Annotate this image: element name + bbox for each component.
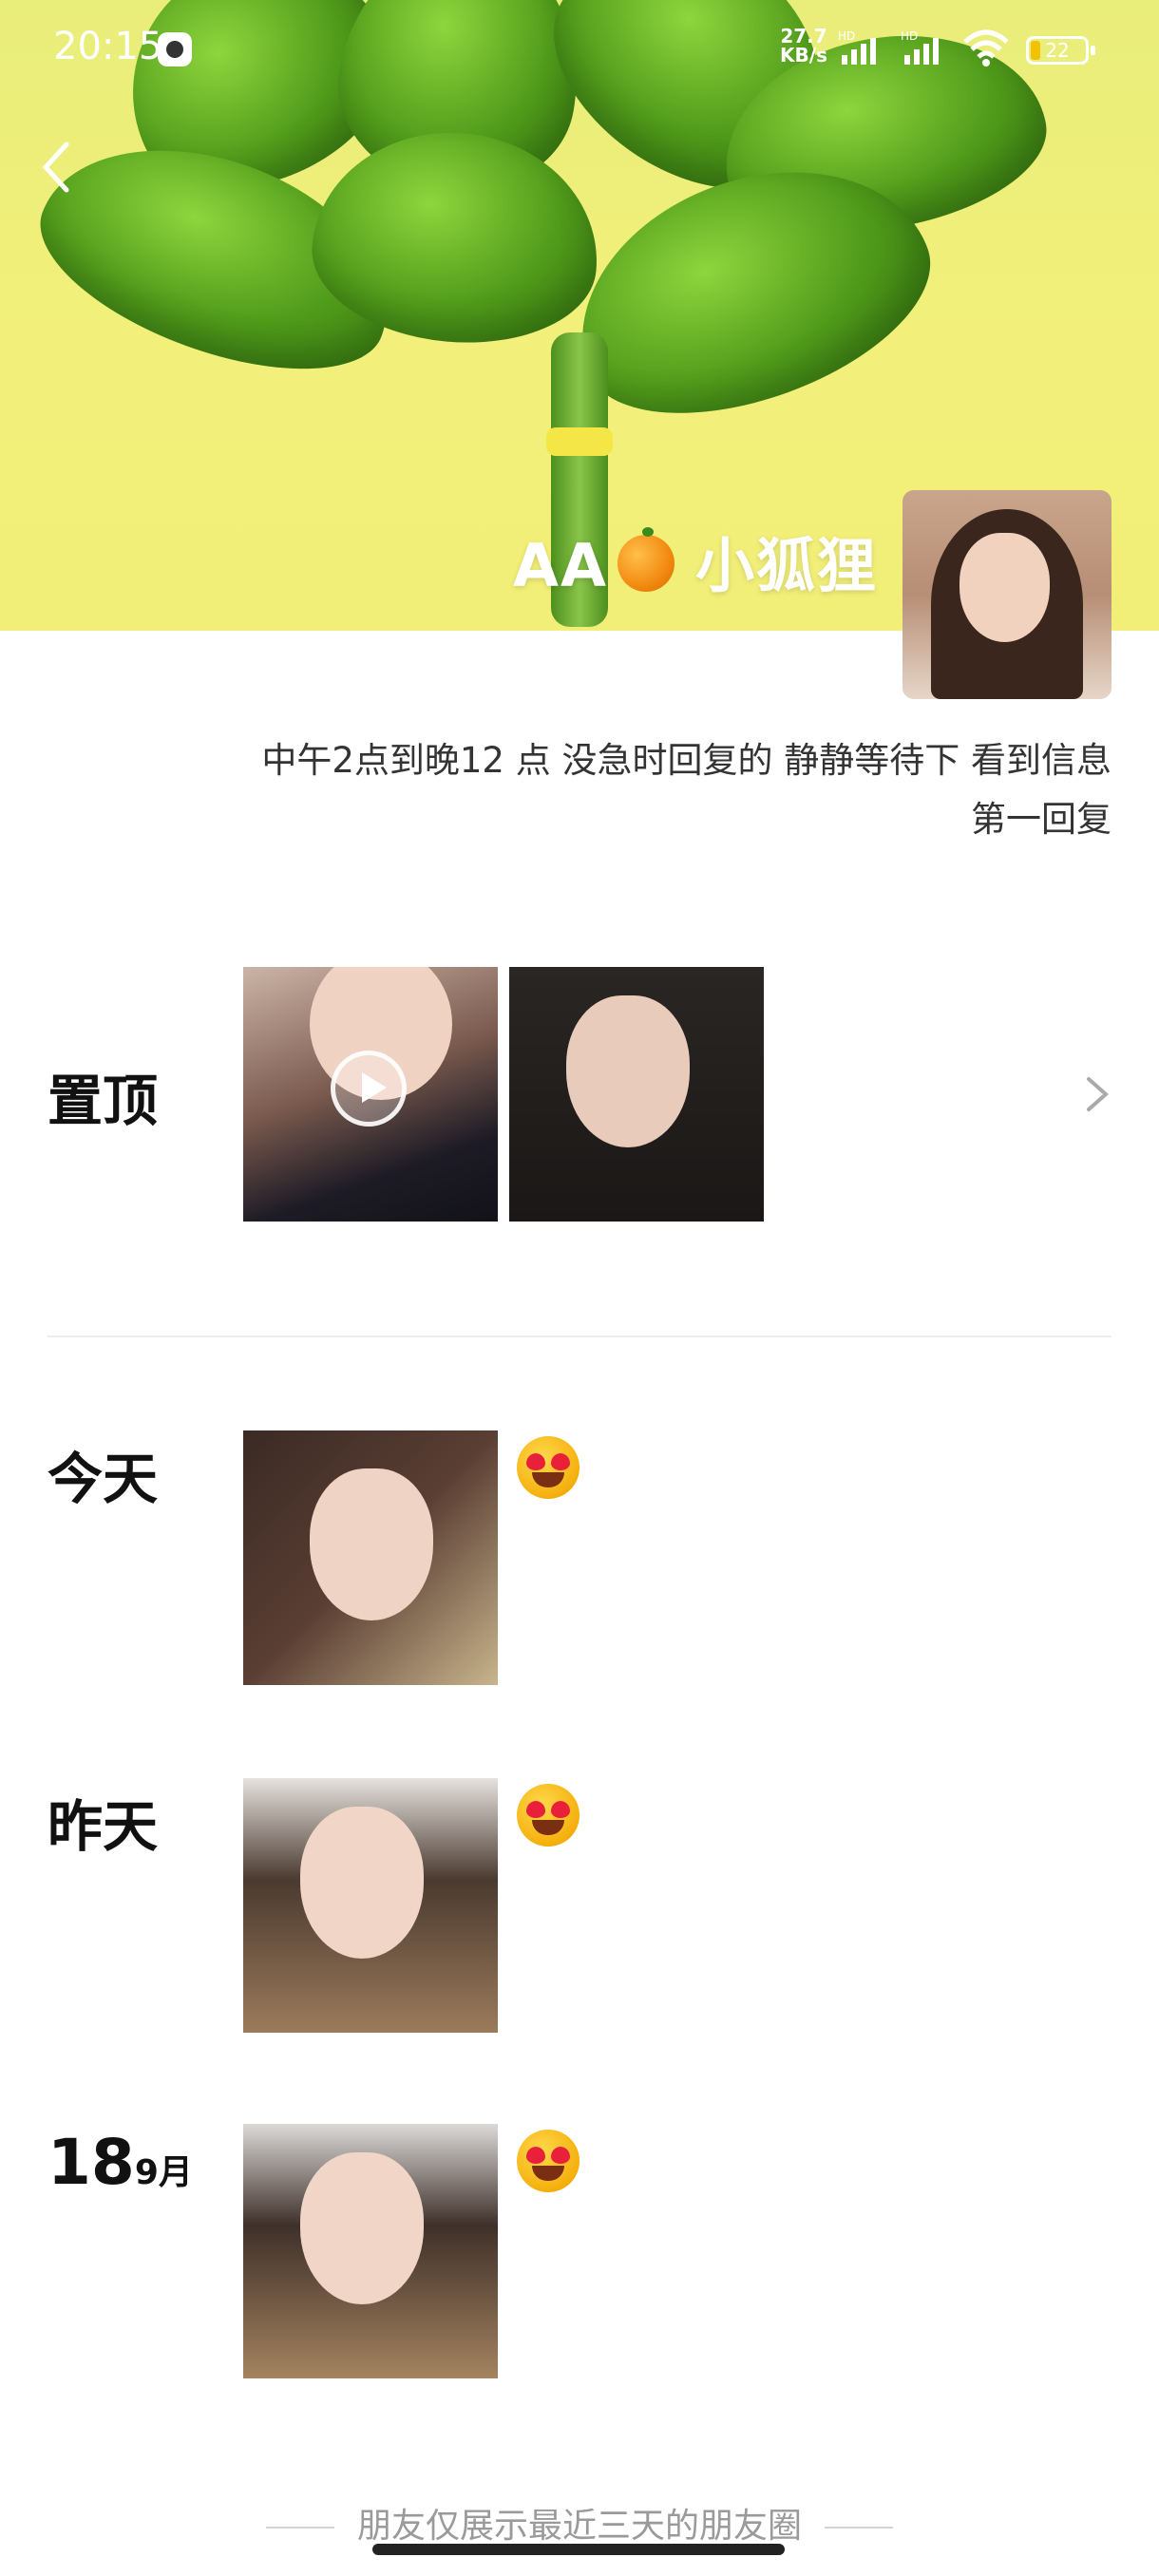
today-label: 今天 xyxy=(48,1447,159,1511)
battery-icon: 22 xyxy=(1026,36,1095,65)
home-indicator[interactable] xyxy=(372,2544,785,2555)
thumb-face xyxy=(300,1807,424,1959)
status-bar: 20:15 27.7 KB/s HD HD 22 xyxy=(0,19,1159,85)
pinned-photo-thumb[interactable] xyxy=(509,967,764,1222)
battery-level: 22 xyxy=(1045,39,1070,62)
svg-text:HD: HD xyxy=(838,29,855,43)
chevron-left-icon[interactable] xyxy=(38,139,76,196)
status-time: 20:15 xyxy=(53,25,163,68)
avatar-face xyxy=(960,533,1050,642)
nickname-right: 小狐狸 xyxy=(694,531,878,600)
signal-icon: HD xyxy=(901,29,939,65)
footer-text: 朋友仅展示最近三天的朋友圈 xyxy=(356,2507,802,2546)
date-day: 18 xyxy=(48,2126,135,2199)
heart-eyes-emoji xyxy=(517,1436,580,1499)
band xyxy=(546,427,613,456)
chevron-right-icon[interactable] xyxy=(1083,1075,1112,1113)
footer-note: 朋友仅展示最近三天的朋友圈 xyxy=(0,2498,1159,2548)
heart-eyes-emoji xyxy=(517,2130,580,2192)
thumb-face xyxy=(566,995,690,1147)
avatar[interactable] xyxy=(902,490,1112,699)
heart-eyes-emoji xyxy=(517,1784,580,1847)
svg-text:HD: HD xyxy=(901,29,918,43)
notification-icon xyxy=(158,32,192,66)
today-photo-thumb[interactable] xyxy=(243,1430,498,1685)
date-photo-thumb[interactable] xyxy=(243,2124,498,2378)
footer-line-left xyxy=(265,2527,334,2529)
date-label: 189月 xyxy=(48,2126,193,2199)
signature: 中午2点到晚12 点 没急时回复的 静静等待下 看到信息第一回复 xyxy=(261,740,1112,840)
thumb-face xyxy=(300,2152,424,2304)
yesterday-label: 昨天 xyxy=(48,1794,159,1859)
yesterday-photo-thumb[interactable] xyxy=(243,1778,498,2033)
pinned-label: 置顶 xyxy=(48,1069,159,1133)
net-speed: 27.7 KB/s xyxy=(780,25,827,66)
nickname-left: AA xyxy=(513,531,608,600)
wifi-icon xyxy=(963,29,1009,66)
pinned-video-thumb[interactable] xyxy=(243,967,498,1222)
battery-fill xyxy=(1031,41,1040,60)
thumb-face xyxy=(310,1468,433,1620)
divider xyxy=(48,1335,1112,1337)
orange-emoji xyxy=(617,527,674,592)
date-month: 9月 xyxy=(134,2153,193,2192)
footer-line-right xyxy=(825,2527,893,2529)
signal-icon: HD xyxy=(838,29,876,65)
play-icon[interactable] xyxy=(331,1051,407,1127)
nickname: AA 小狐狸 xyxy=(513,518,878,603)
